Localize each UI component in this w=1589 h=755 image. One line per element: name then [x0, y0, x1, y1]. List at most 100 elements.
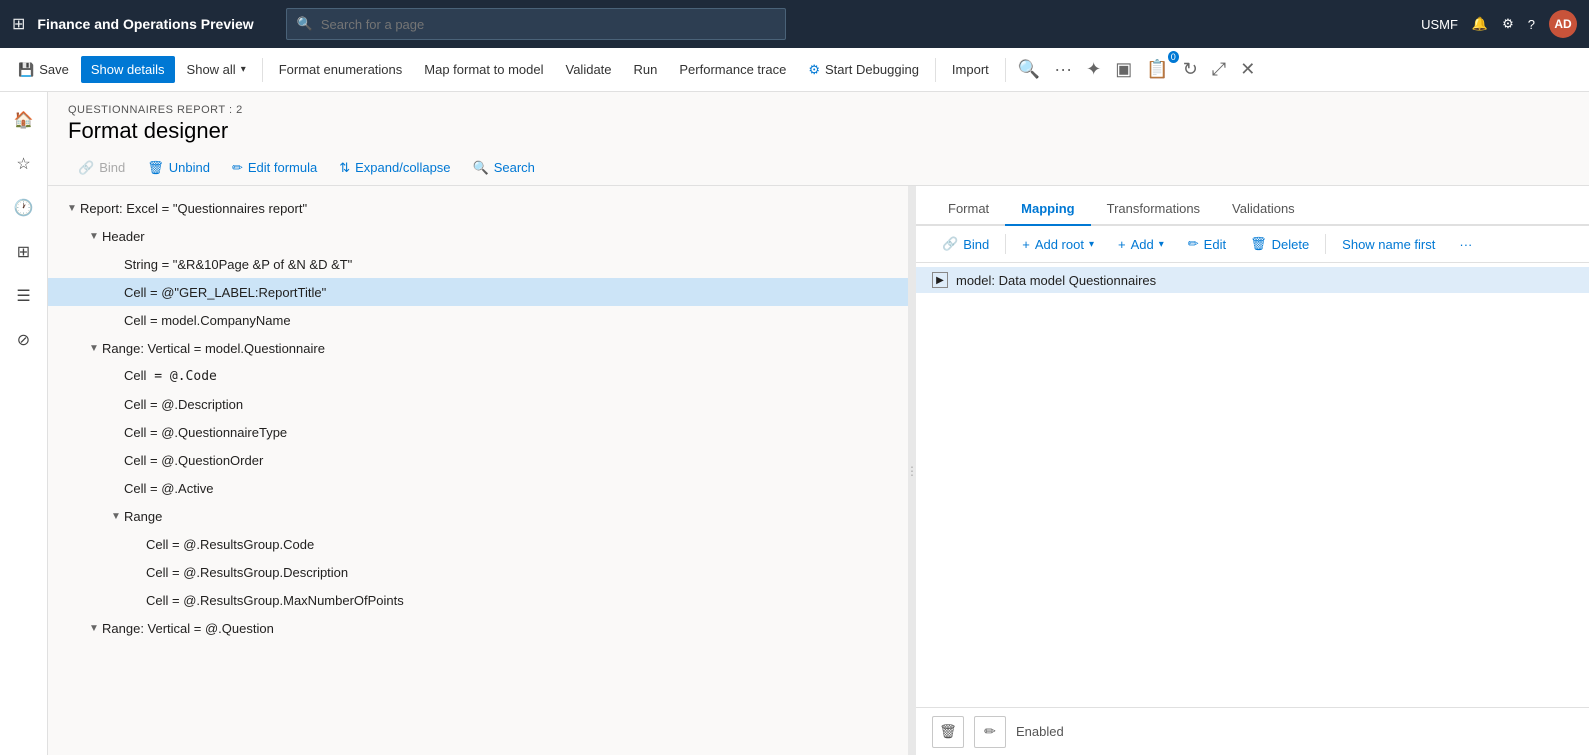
- tree-item[interactable]: Cell = @.ResultsGroup.MaxNumberOfPoints: [48, 586, 908, 614]
- tree-item[interactable]: Cell = model.CompanyName: [48, 306, 908, 334]
- edit-button[interactable]: ✏ Edit: [1178, 232, 1236, 256]
- close-icon[interactable]: ✕: [1234, 55, 1261, 84]
- tree-item-label: Cell = @.Code: [124, 368, 900, 384]
- help-icon[interactable]: ?: [1528, 17, 1535, 32]
- separator-2: [935, 58, 936, 82]
- add-button[interactable]: + Add ▾: [1108, 233, 1174, 256]
- separator-3: [1005, 58, 1006, 82]
- global-search-bar[interactable]: 🔍: [286, 8, 786, 40]
- format-enumerations-button[interactable]: Format enumerations: [269, 56, 413, 83]
- tree-item[interactable]: ▼ Header: [48, 222, 908, 250]
- tree-item-label: Cell = @.ResultsGroup.MaxNumberOfPoints: [146, 593, 900, 608]
- show-name-first-button[interactable]: Show name first: [1332, 233, 1445, 256]
- status-edit-button[interactable]: ✏: [974, 716, 1006, 748]
- tree-item[interactable]: ▼ Range: [48, 502, 908, 530]
- search-toolbar-icon[interactable]: 🔍: [1012, 55, 1046, 84]
- bind-button[interactable]: 🔗 Bind: [68, 156, 135, 180]
- sidebar-filter-icon[interactable]: ⊘: [4, 320, 44, 360]
- format-tree[interactable]: ▼ Report: Excel = "Questionnaires report…: [48, 186, 908, 755]
- save-button[interactable]: 💾 Save: [8, 56, 79, 84]
- start-debugging-button[interactable]: ⚙ Start Debugging: [798, 56, 929, 84]
- edit-formula-icon: ✏: [232, 160, 243, 176]
- tab-transformations[interactable]: Transformations: [1091, 193, 1216, 226]
- status-delete-icon: 🗑: [939, 723, 957, 740]
- mapping-bind-button[interactable]: 🔗 Bind: [932, 232, 999, 256]
- sidebar-item-workspaces[interactable]: ⊞: [4, 232, 44, 272]
- import-button[interactable]: Import: [942, 56, 999, 83]
- global-search-input[interactable]: [321, 17, 775, 32]
- model-item-label: model: Data model Questionnaires: [956, 273, 1156, 288]
- more-options-button[interactable]: ···: [1449, 233, 1482, 256]
- customize-icon[interactable]: ✦: [1080, 55, 1107, 84]
- tree-item-label: Range: Vertical = @.Question: [102, 621, 900, 636]
- delete-button[interactable]: 🗑 Delete: [1240, 232, 1319, 256]
- run-button[interactable]: Run: [624, 56, 668, 83]
- notification-icon[interactable]: 🔔: [1472, 16, 1488, 32]
- edit-formula-button[interactable]: ✏ Edit formula: [222, 156, 327, 180]
- user-label: USMF: [1421, 17, 1458, 32]
- sidebar-item-favorites[interactable]: ☆: [4, 144, 44, 184]
- tree-item[interactable]: ▼ Report: Excel = "Questionnaires report…: [48, 194, 908, 222]
- panel-icon[interactable]: ▣: [1109, 55, 1138, 84]
- tree-toggle-icon[interactable]: ▼: [64, 203, 80, 214]
- validate-button[interactable]: Validate: [556, 56, 622, 83]
- expand-collapse-button[interactable]: ⇅ Expand/collapse: [329, 156, 460, 180]
- tree-item[interactable]: Cell = @.QuestionnaireType: [48, 418, 908, 446]
- badge-icon[interactable]: 📋0: [1140, 55, 1174, 84]
- tree-item[interactable]: Cell = @"GER_LABEL:ReportTitle": [48, 278, 908, 306]
- tree-item-label: String = "&R&10Page &P of &N &D &T": [124, 257, 900, 272]
- tree-toggle-icon[interactable]: ▼: [86, 231, 102, 242]
- fullscreen-icon[interactable]: ⤢: [1206, 55, 1232, 84]
- tab-validations[interactable]: Validations: [1216, 193, 1311, 226]
- secondary-toolbar: 🔗 Bind 🗑 Unbind ✏ Edit formula ⇅ Expand/…: [48, 150, 1589, 186]
- bind-icon: 🔗: [78, 160, 94, 176]
- show-all-button[interactable]: Show all ▾: [177, 56, 256, 83]
- tree-item[interactable]: String = "&R&10Page &P of &N &D &T": [48, 250, 908, 278]
- tree-toggle-icon[interactable]: ▼: [108, 511, 124, 522]
- model-toggle-icon[interactable]: ▶: [932, 272, 948, 288]
- tree-item[interactable]: Cell = @.ResultsGroup.Description: [48, 558, 908, 586]
- search-button[interactable]: 🔍 Search: [463, 156, 545, 180]
- tab-format[interactable]: Format: [932, 193, 1005, 226]
- map-format-to-model-button[interactable]: Map format to model: [414, 56, 553, 83]
- add-root-chevron-icon: ▾: [1089, 239, 1094, 250]
- status-delete-button[interactable]: 🗑: [932, 716, 964, 748]
- tree-item-label: Cell = model.CompanyName: [124, 313, 900, 328]
- page-header: QUESTIONNAIRES REPORT : 2 Format designe…: [48, 92, 1589, 150]
- settings-icon[interactable]: ⚙: [1502, 16, 1514, 32]
- add-root-button[interactable]: + Add root ▾: [1012, 233, 1104, 256]
- sidebar-item-home[interactable]: 🏠: [4, 100, 44, 140]
- tree-item[interactable]: ▼ Range: Vertical = @.Question: [48, 614, 908, 642]
- performance-trace-button[interactable]: Performance trace: [669, 56, 796, 83]
- sidebar-item-list[interactable]: ☰: [4, 276, 44, 316]
- tree-item[interactable]: ▼ Range: Vertical = model.Questionnaire: [48, 334, 908, 362]
- mapping-toolbar: 🔗 Bind + Add root ▾ + Add ▾: [916, 226, 1589, 263]
- command-bar: 💾 Save Show details Show all ▾ Format en…: [0, 48, 1589, 92]
- model-tree[interactable]: ▶ model: Data model Questionnaires: [916, 263, 1589, 707]
- tree-item[interactable]: Cell = @.Code: [48, 362, 908, 390]
- show-details-button[interactable]: Show details: [81, 56, 175, 83]
- refresh-icon[interactable]: ↻: [1177, 55, 1204, 84]
- tree-item[interactable]: Cell = @.QuestionOrder: [48, 446, 908, 474]
- more-options-icon[interactable]: ···: [1048, 55, 1078, 84]
- tree-item[interactable]: Cell = @.Description: [48, 390, 908, 418]
- tree-item-label: Cell = @.ResultsGroup.Code: [146, 537, 900, 552]
- avatar[interactable]: AD: [1549, 10, 1577, 38]
- tab-mapping[interactable]: Mapping: [1005, 193, 1090, 226]
- tree-item[interactable]: Cell = @.ResultsGroup.Code: [48, 530, 908, 558]
- split-panel: ▼ Report: Excel = "Questionnaires report…: [48, 186, 1589, 755]
- main-layout: 🏠 ☆ 🕐 ⊞ ☰ ⊘ QUESTIONNAIRES REPORT : 2 Fo…: [0, 92, 1589, 755]
- sidebar: 🏠 ☆ 🕐 ⊞ ☰ ⊘: [0, 92, 48, 755]
- model-tree-item[interactable]: ▶ model: Data model Questionnaires: [916, 267, 1589, 293]
- tree-item-label: Range: Vertical = model.Questionnaire: [102, 341, 900, 356]
- tree-item-label: Header: [102, 229, 900, 244]
- panel-splitter[interactable]: [908, 186, 916, 755]
- app-grid-icon[interactable]: ⊞: [12, 14, 25, 34]
- tree-toggle-icon[interactable]: ▼: [86, 623, 102, 634]
- tree-item-label: Range: [124, 509, 900, 524]
- map-sep-1: [1005, 234, 1006, 254]
- unbind-button[interactable]: 🗑 Unbind: [137, 156, 220, 180]
- tree-item[interactable]: Cell = @.Active: [48, 474, 908, 502]
- sidebar-item-recent[interactable]: 🕐: [4, 188, 44, 228]
- tree-toggle-icon[interactable]: ▼: [86, 343, 102, 354]
